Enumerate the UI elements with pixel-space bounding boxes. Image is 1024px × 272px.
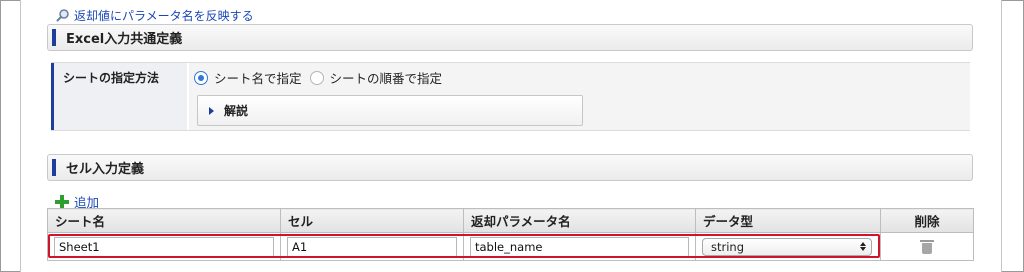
radio-option-by-name[interactable]: シート名で指定 <box>194 68 302 87</box>
sheet-spec-radio-group: シート名で指定 シートの順番で指定 <box>194 68 450 87</box>
return-param-input[interactable] <box>470 236 689 257</box>
radio-by-name[interactable] <box>194 70 208 85</box>
col-header-delete: 削除 <box>880 208 974 233</box>
cell-cell <box>280 232 464 261</box>
section-header-excel-common: Excel入力共通定義 <box>47 24 973 51</box>
section-accent-bar <box>52 29 56 46</box>
caret-right-icon <box>209 106 214 115</box>
cell-sheet-name <box>47 232 281 261</box>
section-header-cell-input: セル入力定義 <box>47 154 973 181</box>
section-title-cell-input: セル入力定義 <box>66 162 145 177</box>
section-title-excel-common: Excel入力共通定義 <box>66 32 183 47</box>
radio-option-by-order[interactable]: シートの順番で指定 <box>309 68 443 87</box>
reflect-param-names-link[interactable]: 返却値にパラメータ名を反映する <box>56 7 254 23</box>
table-row: string <box>47 232 974 261</box>
plus-icon <box>55 194 69 209</box>
magnifier-icon <box>56 9 69 22</box>
cell-data-type: string <box>695 232 881 261</box>
col-header-data-type: データ型 <box>695 208 881 233</box>
select-arrows-icon <box>860 242 866 251</box>
explanation-label[interactable]: 解説 <box>224 102 248 119</box>
cell-delete <box>880 232 974 261</box>
radio-by-name-label[interactable]: シート名で指定 <box>214 68 302 87</box>
col-header-sheet-name: シート名 <box>47 208 281 233</box>
sheet-name-input[interactable] <box>54 236 274 257</box>
table-header-row: シート名 セル 返却パラメータ名 データ型 削除 <box>47 208 974 233</box>
col-header-cell: セル <box>280 208 464 233</box>
sheet-spec-label: シートの指定方法 <box>51 63 187 130</box>
cell-return-param <box>463 232 696 261</box>
reflect-param-names-label[interactable]: 返却値にパラメータ名を反映する <box>74 7 254 24</box>
sheet-spec-value: シート名で指定 シートの順番で指定 解説 <box>189 63 970 130</box>
data-type-select[interactable]: string <box>702 237 872 256</box>
sheet-spec-form-row: シートの指定方法 シート名で指定 シートの順番で指定 解説 <box>51 62 970 131</box>
col-header-return-param: 返却パラメータ名 <box>463 208 696 233</box>
section-accent-bar <box>52 159 56 176</box>
radio-by-order-label[interactable]: シートの順番で指定 <box>330 68 443 87</box>
trash-icon[interactable] <box>920 239 934 254</box>
explanation-toggle[interactable]: 解説 <box>197 95 583 126</box>
radio-by-order[interactable] <box>309 70 324 85</box>
cell-address-input[interactable] <box>287 236 457 257</box>
data-type-value: string <box>711 239 745 254</box>
cell-input-table: シート名 セル 返却パラメータ名 データ型 削除 string <box>47 208 974 261</box>
